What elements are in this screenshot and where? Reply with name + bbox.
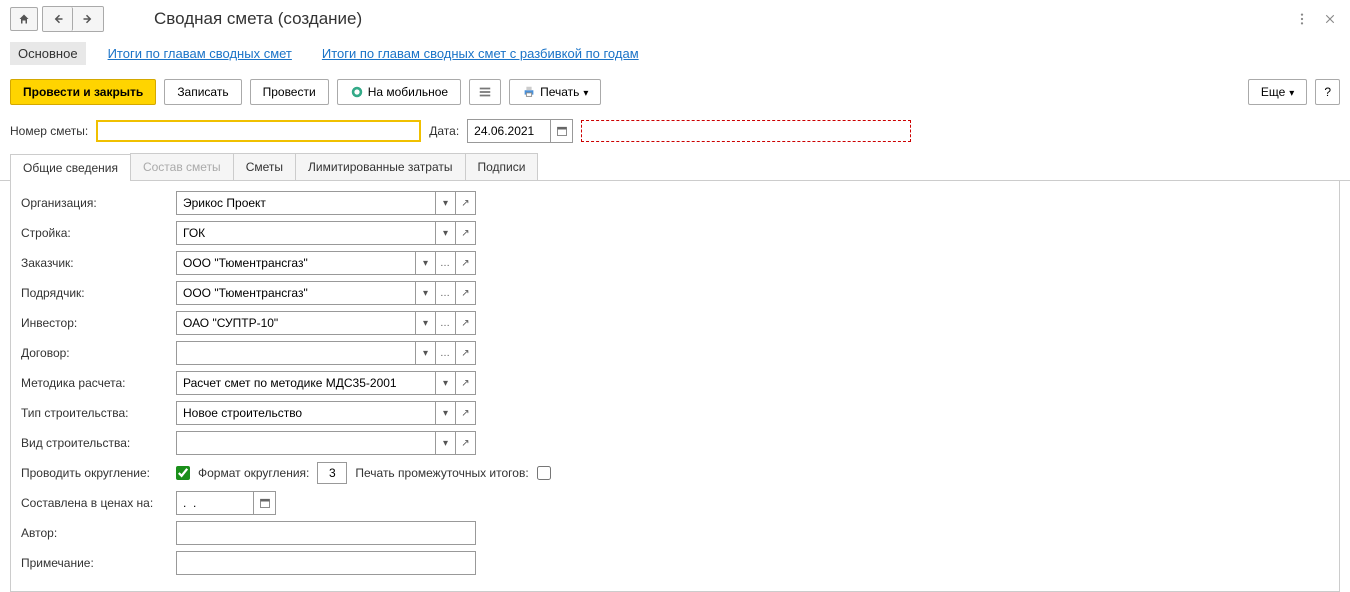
open-icon[interactable]: ↗ (455, 192, 475, 214)
org-input[interactable] (177, 192, 435, 214)
number-input[interactable] (96, 120, 421, 142)
method-input[interactable] (177, 372, 435, 394)
post-close-button[interactable]: Провести и закрыть (10, 79, 156, 105)
number-label: Номер сметы: (10, 124, 88, 138)
round-fmt-input[interactable] (317, 462, 347, 484)
chevron-down-icon[interactable]: ▾ (415, 252, 435, 274)
calendar-icon[interactable] (253, 492, 275, 514)
note-input[interactable] (176, 551, 476, 575)
customer-input[interactable] (177, 252, 415, 274)
tab-signatures[interactable]: Подписи (465, 153, 539, 180)
open-icon[interactable]: ↗ (455, 342, 475, 364)
open-icon[interactable]: ↗ (455, 372, 475, 394)
constr-type-label: Тип строительства: (21, 406, 176, 420)
chevron-down-icon[interactable]: ▾ (415, 312, 435, 334)
forward-button[interactable] (73, 7, 103, 31)
investor-input[interactable] (177, 312, 415, 334)
method-label: Методика расчета: (21, 376, 176, 390)
contractor-label: Подрядчик: (21, 286, 176, 300)
view-tab-link1[interactable]: Итоги по главам сводных смет (100, 42, 300, 65)
print-sub-checkbox[interactable] (537, 466, 551, 480)
org-label: Организация: (21, 196, 176, 210)
print-sub-label: Печать промежуточных итогов: (355, 466, 528, 480)
ellipsis-icon[interactable]: … (435, 312, 455, 334)
prices-label: Составлена в ценах на: (21, 496, 176, 510)
view-tab-link2[interactable]: Итоги по главам сводных смет с разбивкой… (314, 42, 647, 65)
constr-kind-input[interactable] (177, 432, 435, 454)
home-button[interactable] (10, 7, 38, 31)
calendar-icon[interactable] (550, 120, 572, 142)
contract-label: Договор: (21, 346, 176, 360)
round-checkbox[interactable] (176, 466, 190, 480)
open-icon[interactable]: ↗ (455, 222, 475, 244)
chevron-down-icon[interactable]: ▾ (435, 402, 455, 424)
chevron-down-icon[interactable]: ▾ (415, 342, 435, 364)
customer-label: Заказчик: (21, 256, 176, 270)
more-button[interactable]: Еще (1248, 79, 1307, 105)
list-button[interactable] (469, 79, 501, 105)
prices-input[interactable] (177, 492, 253, 514)
open-icon[interactable]: ↗ (455, 402, 475, 424)
contractor-input[interactable] (177, 282, 415, 304)
ellipsis-icon[interactable]: … (435, 282, 455, 304)
ellipsis-icon[interactable]: … (435, 252, 455, 274)
chevron-down-icon[interactable]: ▾ (435, 432, 455, 454)
round-fmt-label: Формат округления: (198, 466, 309, 480)
constr-kind-label: Вид строительства: (21, 436, 176, 450)
author-input[interactable] (176, 521, 476, 545)
round-label: Проводить округление: (21, 466, 176, 480)
tab-composition[interactable]: Состав сметы (130, 153, 234, 180)
constr-type-input[interactable] (177, 402, 435, 424)
chevron-down-icon[interactable]: ▾ (435, 372, 455, 394)
page-title: Сводная смета (создание) (154, 9, 362, 29)
back-button[interactable] (43, 7, 73, 31)
post-button[interactable]: Провести (250, 79, 329, 105)
chevron-down-icon[interactable]: ▾ (435, 192, 455, 214)
date-input[interactable] (468, 120, 550, 142)
tab-estimates[interactable]: Сметы (233, 153, 296, 180)
mobile-button[interactable]: На мобильное (337, 79, 461, 105)
view-tab-main[interactable]: Основное (10, 42, 86, 65)
menu-more-icon[interactable] (1292, 9, 1312, 29)
author-label: Автор: (21, 526, 176, 540)
nav-group (42, 6, 104, 32)
help-button[interactable]: ? (1315, 79, 1340, 105)
build-input[interactable] (177, 222, 435, 244)
print-button-label: Печать (540, 85, 588, 99)
mobile-button-label: На мобильное (368, 85, 448, 99)
open-icon[interactable]: ↗ (455, 432, 475, 454)
open-icon[interactable]: ↗ (455, 312, 475, 334)
ellipsis-icon[interactable]: … (435, 342, 455, 364)
open-icon[interactable]: ↗ (455, 282, 475, 304)
chevron-down-icon[interactable]: ▾ (435, 222, 455, 244)
open-icon[interactable]: ↗ (455, 252, 475, 274)
date-label: Дата: (429, 124, 459, 138)
save-button[interactable]: Записать (164, 79, 241, 105)
tab-general[interactable]: Общие сведения (10, 154, 131, 181)
tab-limited[interactable]: Лимитированные затраты (295, 153, 466, 180)
chevron-down-icon[interactable]: ▾ (415, 282, 435, 304)
contract-input[interactable] (177, 342, 415, 364)
note-label: Примечание: (21, 556, 176, 570)
description-field[interactable] (581, 120, 911, 142)
close-icon[interactable] (1320, 9, 1340, 29)
investor-label: Инвестор: (21, 316, 176, 330)
print-button[interactable]: Печать (509, 79, 601, 105)
build-label: Стройка: (21, 226, 176, 240)
